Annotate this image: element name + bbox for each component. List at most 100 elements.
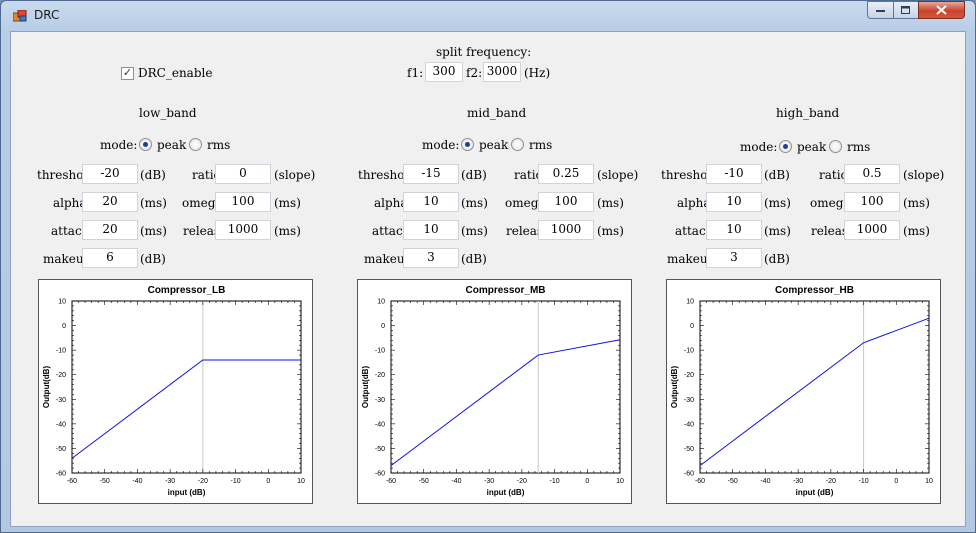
high-release-input[interactable]: 1000: [844, 220, 900, 240]
mid-rms-radio[interactable]: [511, 138, 524, 151]
high-band-title: high_band: [776, 106, 840, 120]
minimize-icon: [875, 10, 885, 12]
high-alpha-input[interactable]: 10: [706, 192, 762, 212]
chart-title: Compressor_MB: [465, 285, 545, 296]
x-tick-label: -20: [517, 478, 527, 485]
low-alpha-input[interactable]: 20: [82, 192, 138, 212]
chart-title: Compressor_HB: [775, 285, 854, 296]
x-tick-label: -10: [231, 478, 241, 485]
y-tick-label: -60: [56, 471, 66, 478]
low-band-title: low_band: [139, 106, 197, 120]
maximize-button[interactable]: [893, 1, 919, 19]
mid-ratio-input[interactable]: 0.25: [538, 164, 594, 184]
title-bar[interactable]: DRC: [1, 1, 975, 29]
chart-svg: Compressor_LB -60 -50 -40 -30 -20 -10 0 10 10 0 -10…: [42, 285, 305, 497]
y-tick-label: -30: [684, 397, 694, 404]
low-ratio-input[interactable]: 0: [215, 164, 271, 184]
client-area: ✓ DRC_enable split frequency: f1: 300 f2…: [10, 31, 966, 527]
close-icon: [936, 5, 947, 15]
x-tick-label: -40: [760, 478, 770, 485]
low-peak-label: peak: [157, 138, 187, 152]
y-tick-label: -20: [56, 372, 66, 379]
mid-omega-input[interactable]: 100: [538, 192, 594, 212]
compressor-hb-chart: Compressor_HB -60 -50 -40 -30 -20 -10 0 10 10 0 -10…: [666, 279, 941, 504]
compressor-mb-chart: Compressor_MB -60 -50 -40 -30 -20 -10 0 10 10 0 -10…: [357, 279, 632, 504]
y-tick-label: 0: [381, 323, 385, 330]
compressor-lb-chart: Compressor_LB -60 -50 -40 -30 -20 -10 0 10 10 0 -10…: [38, 279, 313, 504]
mid-alpha-unit: (ms): [461, 196, 488, 210]
mid-ratio-unit: (slope): [597, 168, 639, 182]
y-tick-label: 10: [377, 299, 385, 306]
mid-peak-label: peak: [479, 138, 509, 152]
window-title: DRC: [34, 8, 60, 22]
mid-attack-input[interactable]: 10: [403, 220, 459, 240]
x-tick-label: -50: [728, 478, 738, 485]
x-tick-label: -30: [484, 478, 494, 485]
y-tick-label: 0: [690, 323, 694, 330]
y-tick-label: 0: [62, 323, 66, 330]
low-alpha-unit: (ms): [140, 196, 167, 210]
plot-area: [699, 300, 930, 474]
mid-release-input[interactable]: 1000: [538, 220, 594, 240]
low-attack-input[interactable]: 20: [82, 220, 138, 240]
f1-input[interactable]: 300: [425, 62, 463, 82]
y-tick-label: -20: [684, 372, 694, 379]
high-peak-label: peak: [797, 140, 827, 154]
mid-band-title: mid_band: [467, 106, 527, 120]
mid-threshold-input[interactable]: -15: [403, 164, 459, 184]
x-tick-label: -60: [695, 478, 705, 485]
plot-area: [390, 300, 621, 474]
chart-svg: Compressor_MB -60 -50 -40 -30 -20 -10 0 10 10 0 -10…: [361, 285, 624, 497]
chart-svg: Compressor_HB -60 -50 -40 -30 -20 -10 0 10 10 0 -10…: [670, 285, 933, 497]
low-omega-unit: (ms): [274, 196, 301, 210]
drc-window: DRC ✓ DRC_enable split frequency: f1: 30…: [0, 0, 976, 533]
low-threshold-unit: (dB): [140, 168, 166, 182]
y-tick-label: 10: [686, 299, 694, 306]
y-axis-label: Output(dB): [670, 366, 679, 409]
low-release-input[interactable]: 1000: [215, 220, 271, 240]
mid-mode-label: mode:: [422, 138, 460, 152]
x-tick-label: -10: [550, 478, 560, 485]
x-tick-label: -60: [67, 478, 77, 485]
high-omega-input[interactable]: 100: [844, 192, 900, 212]
high-peak-radio[interactable]: [779, 140, 792, 153]
x-tick-label: 0: [585, 478, 589, 485]
app-icon: [13, 10, 27, 22]
x-tick-label: 10: [616, 478, 624, 485]
high-makeup-unit: (dB): [764, 252, 790, 266]
maximize-icon: [901, 5, 910, 14]
x-tick-label: -40: [132, 478, 142, 485]
x-tick-label: -60: [386, 478, 396, 485]
f2-input[interactable]: 3000: [483, 62, 521, 82]
low-rms-radio[interactable]: [189, 138, 202, 151]
y-tick-label: 10: [58, 299, 66, 306]
high-ratio-unit: (slope): [903, 168, 945, 182]
low-omega-input[interactable]: 100: [215, 192, 271, 212]
hz-unit-label: (Hz): [524, 66, 551, 80]
low-threshold-input[interactable]: -20: [82, 164, 138, 184]
high-rms-radio[interactable]: [829, 140, 842, 153]
high-attack-input[interactable]: 10: [706, 220, 762, 240]
low-makeup-unit: (dB): [140, 252, 166, 266]
close-button[interactable]: [918, 1, 965, 19]
low-rms-label: rms: [207, 138, 231, 152]
high-release-unit: (ms): [903, 224, 930, 238]
y-tick-label: -20: [375, 372, 385, 379]
mid-alpha-input[interactable]: 10: [403, 192, 459, 212]
x-tick-label: -20: [198, 478, 208, 485]
y-tick-label: -30: [375, 397, 385, 404]
high-rms-label: rms: [847, 140, 871, 154]
minimize-button[interactable]: [867, 1, 894, 19]
low-makeup-input[interactable]: 6: [82, 248, 138, 268]
mid-makeup-input[interactable]: 3: [403, 248, 459, 268]
mid-peak-radio[interactable]: [461, 138, 474, 151]
y-tick-label: -30: [56, 397, 66, 404]
y-tick-label: -40: [684, 421, 694, 428]
high-makeup-input[interactable]: 3: [706, 248, 762, 268]
mid-attack-unit: (ms): [461, 224, 488, 238]
low-peak-radio[interactable]: [139, 138, 152, 151]
y-tick-label: -50: [56, 446, 66, 453]
high-threshold-input[interactable]: -10: [706, 164, 762, 184]
high-ratio-input[interactable]: 0.5: [844, 164, 900, 184]
drc-enable-checkbox[interactable]: ✓: [121, 67, 134, 80]
